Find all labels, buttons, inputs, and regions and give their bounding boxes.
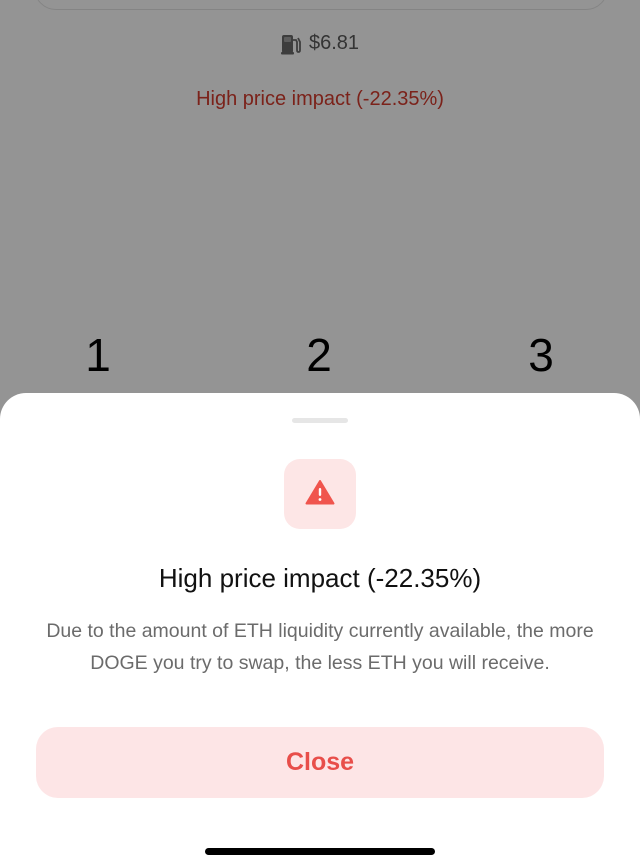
sheet-grabber[interactable] [292, 418, 348, 423]
price-impact-sheet: High price impact (-22.35%) Due to the a… [0, 393, 640, 867]
home-indicator[interactable] [205, 848, 435, 855]
close-button[interactable]: Close [36, 727, 604, 798]
sheet-title: High price impact (-22.35%) [158, 563, 482, 593]
warning-triangle-icon [305, 479, 335, 510]
warning-icon-container [284, 459, 356, 529]
sheet-description: Due to the amount of ETH liquidity curre… [46, 620, 594, 674]
